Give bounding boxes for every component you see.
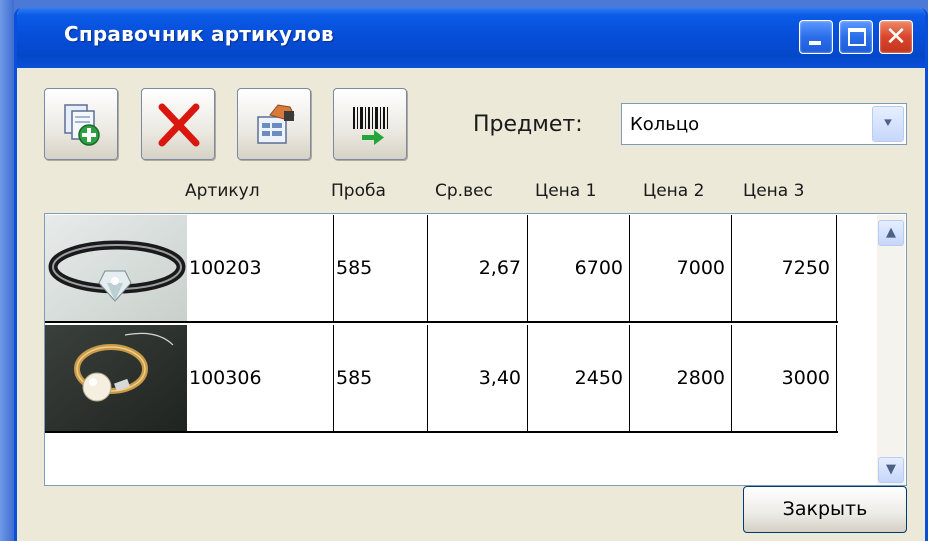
barcode-button[interactable] xyxy=(333,88,407,160)
add-document-icon xyxy=(64,104,100,146)
cell-price3: 7250 xyxy=(732,215,837,321)
desktop-background xyxy=(0,0,14,541)
cell-article: 100203 xyxy=(187,215,334,321)
edit-article-button[interactable] xyxy=(237,88,311,160)
ring-diamond-photo xyxy=(45,215,187,321)
cell-article: 100306 xyxy=(187,325,334,431)
row-image xyxy=(45,325,187,431)
table-row[interactable]: 100306 585 3,40 2450 2800 3000 xyxy=(45,325,838,433)
column-header-price1: Цена 1 xyxy=(535,181,597,201)
cell-price1: 2450 xyxy=(528,325,630,431)
subject-label: Предмет: xyxy=(473,112,583,137)
cell-weight: 3,40 xyxy=(428,325,528,431)
barcode-icon xyxy=(353,107,388,145)
table-row[interactable]: 100203 585 2,67 6700 7000 7250 xyxy=(45,215,838,323)
cell-price1: 6700 xyxy=(528,215,630,321)
cell-weight: 2,67 xyxy=(428,215,528,321)
minimize-icon xyxy=(809,41,821,45)
cell-price2: 2800 xyxy=(630,325,732,431)
vertical-scrollbar[interactable]: ▲ ▼ xyxy=(877,215,905,485)
articles-table[interactable]: 100203 585 2,67 6700 7000 7250 100306 58… xyxy=(44,213,907,486)
cell-price2: 7000 xyxy=(630,215,732,321)
cell-proba: 585 xyxy=(334,215,428,321)
add-article-button[interactable] xyxy=(44,88,118,160)
maximize-icon xyxy=(848,28,866,46)
window-close-button[interactable]: ✕ xyxy=(879,20,913,54)
scroll-up-icon[interactable]: ▲ xyxy=(878,220,904,246)
chevron-down-icon[interactable]: ⯆ xyxy=(872,106,904,142)
column-header-article: Артикул xyxy=(185,181,260,201)
subject-select-value: Кольцо xyxy=(630,114,700,135)
close-button[interactable]: Закрыть xyxy=(743,486,907,533)
close-icon: ✕ xyxy=(885,22,907,52)
subject-select[interactable]: Кольцо ⯆ xyxy=(621,103,907,145)
title-bar[interactable]: Справочник артикулов ✕ xyxy=(17,8,925,68)
articles-dialog: Справочник артикулов ✕ Предмет: Кольцо ⯆… xyxy=(14,8,928,541)
row-image xyxy=(45,215,187,321)
column-header-weight: Ср.вес xyxy=(435,181,493,201)
cell-proba: 585 xyxy=(334,325,428,431)
scroll-down-icon[interactable]: ▼ xyxy=(878,457,904,483)
cell-price3: 3000 xyxy=(732,325,837,431)
maximize-button[interactable] xyxy=(839,20,873,54)
column-header-price2: Цена 2 xyxy=(643,181,705,201)
delete-article-button[interactable] xyxy=(141,88,215,160)
delete-icon xyxy=(158,103,200,147)
window-title: Справочник артикулов xyxy=(64,22,334,46)
column-header-proba: Проба xyxy=(331,181,386,201)
edit-icon xyxy=(257,104,295,144)
column-header-price3: Цена 3 xyxy=(743,181,805,201)
minimize-button[interactable] xyxy=(799,20,833,54)
ring-pearl-photo xyxy=(45,325,187,431)
